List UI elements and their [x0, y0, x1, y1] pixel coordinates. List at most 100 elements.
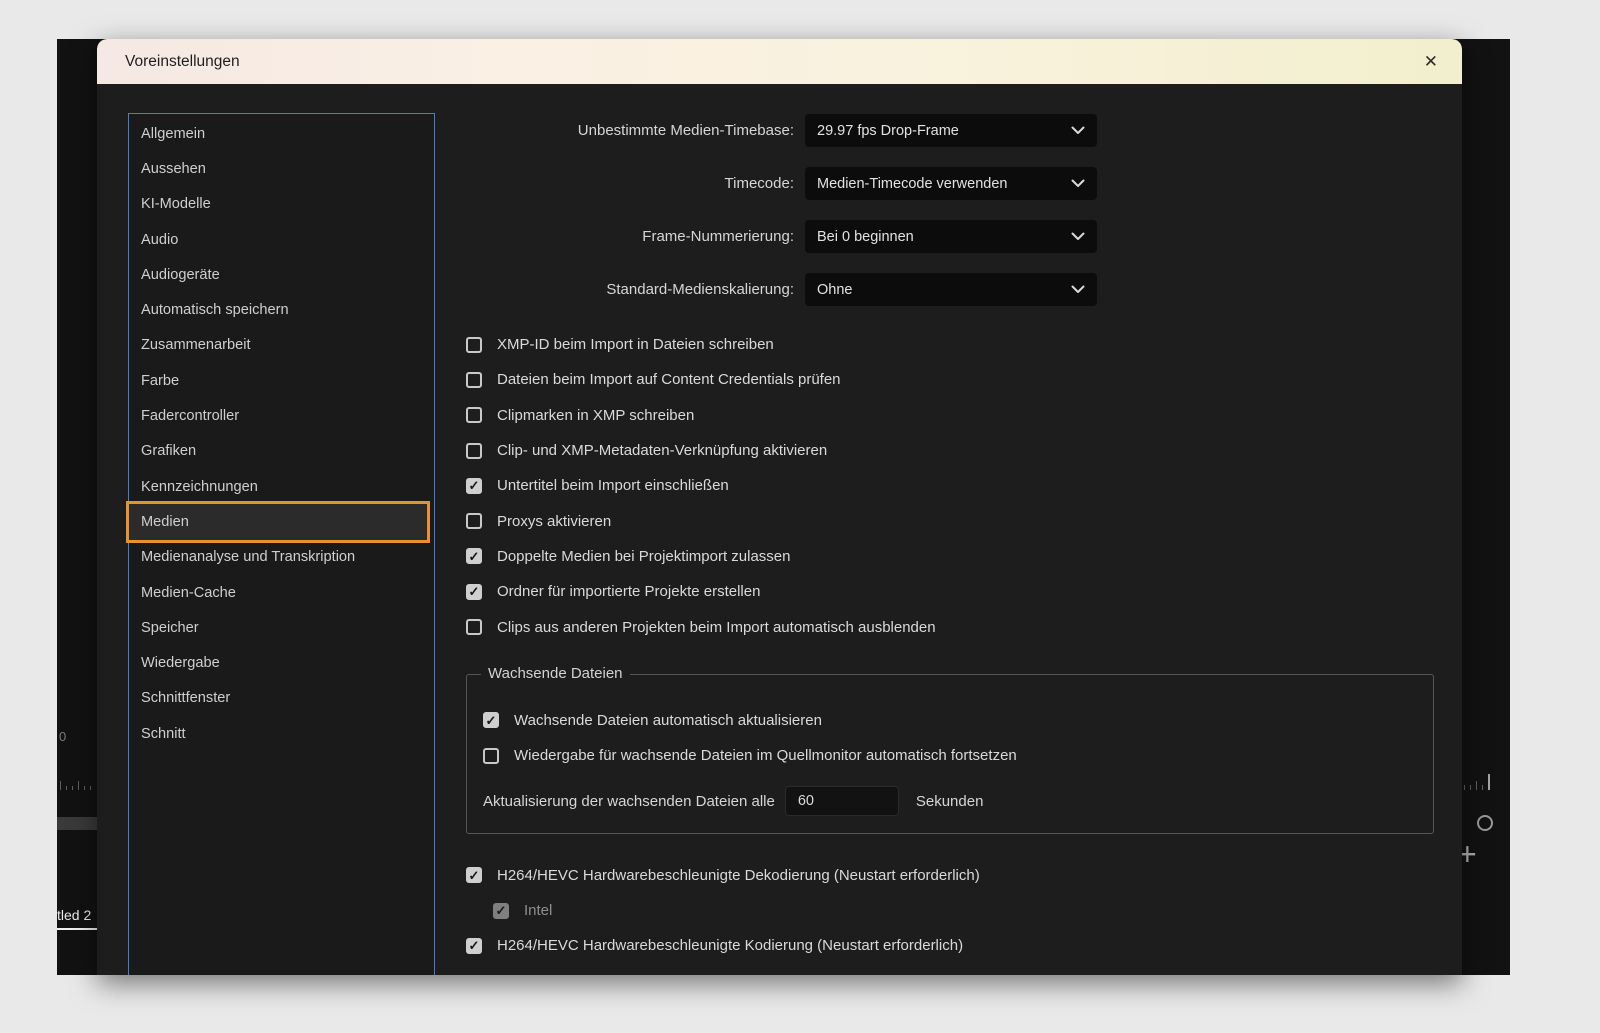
checkbox-row: Doppelte Medien bei Projektimport zulass…: [466, 539, 1434, 574]
sidebar-item-fadercontroller[interactable]: Fadercontroller: [129, 398, 427, 433]
hw-encode-checkbox[interactable]: [466, 937, 482, 954]
checkbox-label: H264/HEVC Hardwarebeschleunigte Dekodier…: [497, 866, 980, 884]
interval-input[interactable]: [784, 786, 899, 817]
ordner-projekte-checkbox[interactable]: [466, 583, 482, 600]
checkbox-row: XMP-ID beim Import in Dateien schreiben: [466, 327, 1434, 362]
setting-row: Timecode: Medien-Timecode verwenden: [457, 167, 1434, 200]
interval-row: Aktualisierung der wachsenden Dateien al…: [483, 786, 1433, 817]
frame-numbering-select[interactable]: Bei 0 beginnen: [805, 220, 1097, 253]
sidebar-item-kennzeichnungen[interactable]: Kennzeichnungen: [129, 469, 427, 504]
sidebar-item-schnittfenster[interactable]: Schnittfenster: [129, 681, 427, 716]
sidebar-item-automatisch-speichern[interactable]: Automatisch speichern: [129, 292, 427, 327]
growing-playback-resume-checkbox[interactable]: [483, 747, 499, 764]
timebase-label: Unbestimmte Medien-Timebase:: [577, 122, 794, 139]
close-icon[interactable]: ✕: [1416, 48, 1446, 76]
checkbox-row: Clips aus anderen Projekten beim Import …: [466, 609, 1434, 644]
chevron-down-icon: [1071, 285, 1085, 294]
xmp-id-checkbox[interactable]: [466, 336, 482, 353]
sidebar-item-schnitt[interactable]: Schnitt: [129, 716, 427, 751]
sidebar-item-speicher[interactable]: Speicher: [129, 610, 427, 645]
checkbox-row: Proxys aktivieren: [466, 503, 1434, 538]
timecode-label: Timecode:: [724, 175, 794, 192]
setting-row: Standard-Medienskalierung: Ohne: [457, 273, 1434, 306]
sidebar-item-wiedergabe[interactable]: Wiedergabe: [129, 645, 427, 680]
hw-decode-checkbox[interactable]: [466, 867, 482, 884]
untertitel-import-checkbox[interactable]: [466, 477, 482, 494]
sidebar-item-grafiken[interactable]: Grafiken: [129, 434, 427, 469]
sidebar-item-audio[interactable]: Audio: [129, 222, 427, 257]
checkbox-label: Proxys aktivieren: [497, 512, 612, 530]
timebase-value: 29.97 fps Drop-Frame: [817, 122, 959, 139]
sidebar-item-medienanalyse[interactable]: Medienanalyse und Transkription: [129, 540, 427, 575]
interval-label: Aktualisierung der wachsenden Dateien al…: [483, 792, 775, 810]
scrollbar-fragment: [57, 817, 97, 830]
sidebar-item-zusammenarbeit[interactable]: Zusammenarbeit: [129, 328, 427, 363]
checkbox-row: Clip- und XMP-Metadaten-Verknüpfung akti…: [466, 433, 1434, 468]
sidebar-item-audiogeraete[interactable]: Audiogeräte: [129, 257, 427, 292]
checkbox-label: Clipmarken in XMP schreiben: [497, 406, 695, 424]
doppelte-medien-checkbox[interactable]: [466, 548, 482, 565]
growing-auto-update-checkbox[interactable]: [483, 712, 499, 729]
ruler-ticks: [1464, 774, 1490, 790]
frame-numbering-value: Bei 0 beginnen: [817, 228, 914, 245]
interval-unit: Sekunden: [915, 792, 984, 810]
checkbox-label: Intel: [524, 902, 553, 920]
checkbox-row: Dateien beim Import auf Content Credenti…: [466, 362, 1434, 397]
intel-checkbox[interactable]: [493, 902, 509, 919]
preferences-dialog: Voreinstellungen ✕ Allgemein Aussehen KI…: [97, 39, 1462, 975]
checkbox-label: Dateien beim Import auf Content Credenti…: [497, 371, 841, 389]
checkbox-row: H264/HEVC Hardwarebeschleunigte Dekodier…: [466, 858, 1434, 893]
setting-row: Frame-Nummerierung: Bei 0 beginnen: [457, 220, 1434, 253]
setting-row: Unbestimmte Medien-Timebase: 29.97 fps D…: [457, 114, 1434, 147]
ruler-ticks: [60, 781, 91, 790]
proxys-checkbox[interactable]: [466, 513, 482, 530]
media-options: XMP-ID beim Import in Dateien schreiben …: [466, 327, 1434, 645]
checkbox-row: Ordner für importierte Projekte erstelle…: [466, 574, 1434, 609]
hardware-options: H264/HEVC Hardwarebeschleunigte Dekodier…: [466, 858, 1434, 964]
sequence-tab-underline: [57, 928, 99, 930]
chevron-down-icon: [1071, 232, 1085, 241]
chevron-down-icon: [1071, 179, 1085, 188]
checkbox-row: Intel: [493, 893, 1434, 928]
growing-files-group: Wachsende Dateien Wachsende Dateien auto…: [466, 664, 1434, 834]
checkbox-label: H264/HEVC Hardwarebeschleunigte Kodierun…: [497, 937, 964, 955]
checkbox-row: Wiedergabe für wachsende Dateien im Quel…: [483, 738, 1433, 773]
checkbox-label: Untertitel beim Import einschließen: [497, 477, 729, 495]
sidebar-item-farbe[interactable]: Farbe: [129, 363, 427, 398]
checkbox-row: H264/HEVC Hardwarebeschleunigte Kodierun…: [466, 928, 1434, 963]
checkbox-row: Clipmarken in XMP schreiben: [466, 398, 1434, 433]
timeline-ruler-value: 0: [59, 729, 67, 744]
record-icon: [1477, 815, 1493, 831]
checkbox-label: Wachsende Dateien automatisch aktualisie…: [514, 711, 822, 729]
checkbox-label: Clips aus anderen Projekten beim Import …: [497, 618, 936, 636]
checkbox-label: Wiedergabe für wachsende Dateien im Quel…: [514, 747, 1017, 765]
screen: 0 tled 2 + Voreinstellungen ✕ Allgemein …: [0, 0, 1600, 1033]
settings-panel: Unbestimmte Medien-Timebase: 29.97 fps D…: [457, 114, 1434, 964]
media-scaling-select[interactable]: Ohne: [805, 273, 1097, 306]
media-scaling-value: Ohne: [817, 281, 853, 298]
sequence-tab[interactable]: tled 2: [57, 907, 91, 923]
content-credentials-checkbox[interactable]: [466, 371, 482, 388]
sidebar-item-ki-modelle[interactable]: KI-Modelle: [129, 187, 427, 222]
dialog-title: Voreinstellungen: [125, 52, 240, 70]
clipmarken-checkbox[interactable]: [466, 407, 482, 424]
sidebar-item-aussehen[interactable]: Aussehen: [129, 151, 427, 186]
xmp-metadata-link-checkbox[interactable]: [466, 442, 482, 459]
timecode-value: Medien-Timecode verwenden: [817, 175, 1008, 192]
checkbox-label: Ordner für importierte Projekte erstelle…: [497, 583, 761, 601]
category-list: Allgemein Aussehen KI-Modelle Audio Audi…: [128, 113, 435, 975]
dialog-titlebar[interactable]: Voreinstellungen ✕: [97, 39, 1462, 84]
checkbox-label: XMP-ID beim Import in Dateien schreiben: [497, 336, 774, 354]
sidebar-item-medien[interactable]: Medien: [129, 504, 427, 540]
frame-numbering-label: Frame-Nummerierung:: [642, 228, 794, 245]
checkbox-row: Untertitel beim Import einschließen: [466, 468, 1434, 503]
checkbox-row: Wachsende Dateien automatisch aktualisie…: [483, 703, 1433, 738]
sidebar-item-medien-cache[interactable]: Medien-Cache: [129, 575, 427, 610]
chevron-down-icon: [1071, 126, 1085, 135]
timebase-select[interactable]: 29.97 fps Drop-Frame: [805, 114, 1097, 147]
clips-ausblenden-checkbox[interactable]: [466, 619, 482, 636]
media-scaling-label: Standard-Medienskalierung:: [606, 281, 794, 298]
sidebar-item-allgemein[interactable]: Allgemein: [129, 116, 427, 151]
growing-files-group-title: Wachsende Dateien: [481, 664, 630, 682]
timecode-select[interactable]: Medien-Timecode verwenden: [805, 167, 1097, 200]
